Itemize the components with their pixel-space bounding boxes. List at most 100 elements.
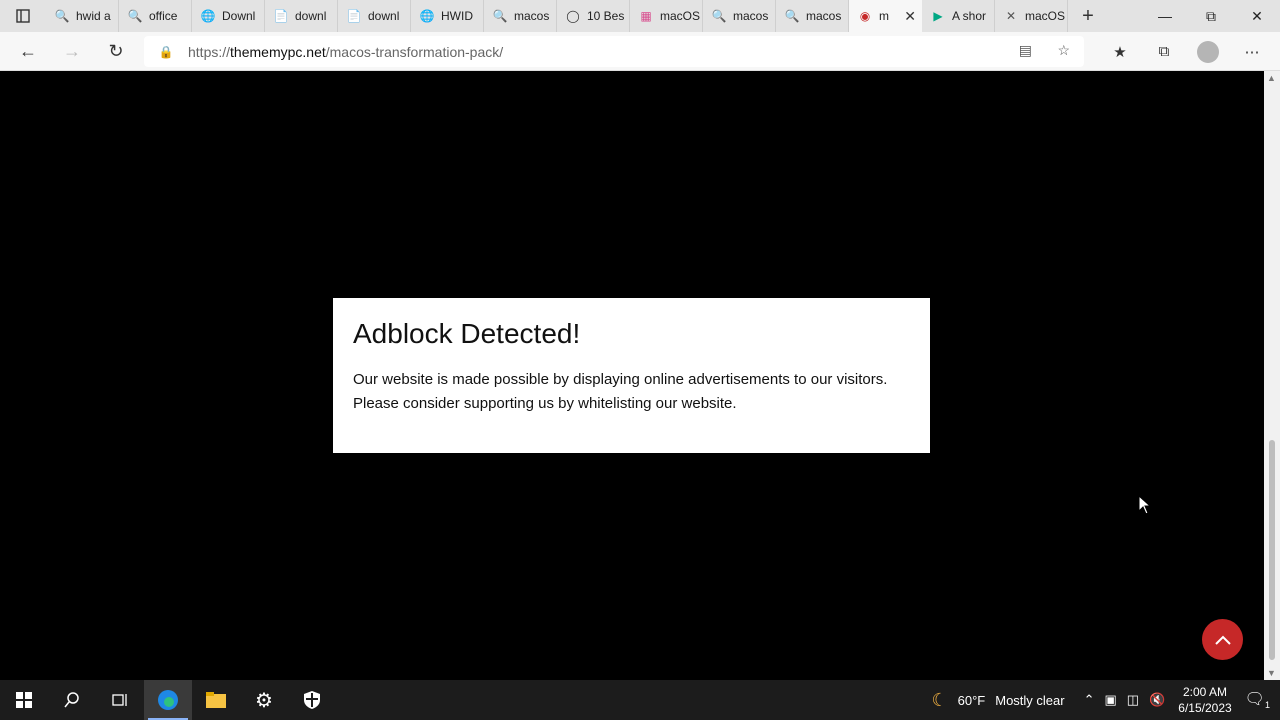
browser-tab[interactable]: ▦ macOS [630, 0, 703, 32]
chevron-up-icon[interactable]: ⌃ [1070, 692, 1100, 708]
browser-tab[interactable]: 🔍 hwid a [46, 0, 119, 32]
adblock-modal: Adblock Detected! Our website is made po… [333, 298, 930, 453]
document-icon: 📄 [346, 9, 362, 23]
file-explorer-button[interactable] [192, 680, 240, 720]
tab-label: downl [295, 9, 327, 23]
x-icon: ✕ [1005, 9, 1017, 23]
browser-toolbar: ← → ↻ 🔒 https://thememypc.net/macos-tran… [0, 32, 1280, 71]
system-tray: ☾ 60°F Mostly clear ⌃ ▣ ◫ 🔇 2:00 AM 6/15… [926, 680, 1280, 720]
browser-tab[interactable]: 🔍 macos [484, 0, 557, 32]
tab-label: macOS [1025, 9, 1066, 23]
back-to-top-button[interactable] [1202, 619, 1243, 660]
notification-icon[interactable]: 🗨1 [1240, 689, 1280, 710]
globe-icon: 🌐 [419, 9, 435, 23]
browser-tab[interactable]: ◯ 10 Bes [557, 0, 630, 32]
close-window-button[interactable]: ✕ [1234, 0, 1280, 32]
task-view-icon [112, 694, 127, 706]
clock-time: 2:00 AM [1182, 685, 1227, 699]
new-tab-button[interactable]: + [1068, 0, 1108, 32]
close-tab-icon[interactable]: ✕ [904, 8, 916, 25]
browser-tab[interactable]: 🌐 Downl [192, 0, 265, 32]
add-favorite-icon[interactable]: ☆ [1057, 42, 1070, 59]
page-scrollbar[interactable]: ▲ ▼ [1264, 71, 1280, 680]
clock[interactable]: 2:00 AM 6/15/2023 [1170, 684, 1239, 716]
browser-tab[interactable]: 📄 downl [338, 0, 411, 32]
play-icon: ▶ [933, 9, 943, 23]
modal-line-1: Our website is made possible by displayi… [353, 371, 888, 388]
tab-label: A shor [952, 9, 987, 23]
taskbar: ⚙ ☾ 60°F Mostly clear ⌃ ▣ ◫ 🔇 2:00 AM 6/… [0, 680, 1280, 720]
modal-line-2: Please consider supporting us by whiteli… [353, 395, 737, 412]
immersive-reader-icon[interactable]: ▤ [1019, 42, 1032, 59]
shield-icon [304, 691, 320, 709]
mouse-cursor-icon [1138, 495, 1152, 515]
minimize-button[interactable]: — [1142, 0, 1188, 32]
browser-tab[interactable]: ✕ macOS [995, 0, 1068, 32]
forward-button[interactable]: → [50, 35, 94, 67]
tab-label: m [879, 9, 889, 23]
edge-icon [158, 690, 178, 710]
tab-label: HWID [441, 9, 473, 23]
modal-title: Adblock Detected! [353, 318, 581, 349]
tab-label: office [149, 9, 178, 23]
search-icon: 🔍 [492, 9, 508, 23]
browser-tab[interactable]: 🔍 macos [776, 0, 849, 32]
weather-desc[interactable]: Mostly clear [990, 693, 1069, 708]
edge-taskbar-button[interactable] [144, 680, 192, 720]
search-icon: 🔍 [54, 9, 70, 23]
security-button[interactable] [288, 680, 336, 720]
device-icon[interactable]: ▣ [1100, 692, 1122, 708]
browser-tab[interactable]: ◉ m ✕ [849, 0, 922, 32]
globe-icon: 🌐 [200, 9, 216, 23]
settings-menu-icon[interactable]: ⋯ [1230, 36, 1274, 67]
address-bar[interactable]: 🔒 https://thememypc.net/macos-transforma… [144, 36, 1084, 67]
clock-date: 6/15/2023 [1178, 701, 1232, 715]
document-icon: 📄 [273, 9, 289, 23]
windows-logo-icon [16, 692, 32, 708]
url-text: https://thememypc.net/macos-transformati… [188, 43, 504, 60]
collections-icon[interactable]: ⧉ [1142, 36, 1186, 67]
gear-icon: ⚙ [255, 689, 273, 712]
back-button[interactable]: ← [6, 35, 50, 67]
tab-actions-icon [16, 9, 30, 23]
profile-button[interactable] [1186, 36, 1230, 67]
browser-tab[interactable]: 🔍 macos [703, 0, 776, 32]
scroll-up-icon[interactable]: ▲ [1267, 73, 1276, 83]
browser-tab[interactable]: 📄 downl [265, 0, 338, 32]
browser-tab[interactable]: 🔍 office [119, 0, 192, 32]
tab-label: Downl [222, 9, 256, 23]
network-icon[interactable]: ◫ [1122, 692, 1144, 708]
browser-tab[interactable]: 🌐 HWID [411, 0, 484, 32]
tab-label: macos [514, 9, 550, 23]
tab-strip: 🔍 hwid a 🔍 office 🌐 Downl 📄 downl 📄 downl 🌐 HWID 🔍 ma… [0, 0, 1280, 32]
search-icon: 🔍 [127, 9, 143, 23]
weather-moon-icon[interactable]: ☾ [926, 690, 952, 711]
app-icon: ▦ [640, 9, 652, 23]
restore-button[interactable]: ⧉ [1188, 0, 1234, 32]
scrollbar-thumb[interactable] [1269, 440, 1275, 660]
tab-label: hwid a [76, 9, 111, 23]
search-button[interactable] [48, 680, 96, 720]
weather-temp[interactable]: 60°F [953, 693, 991, 708]
refresh-button[interactable]: ↻ [94, 35, 138, 67]
tab-label: macOS [660, 9, 701, 23]
tab-actions-button[interactable] [0, 0, 46, 32]
search-icon: 🔍 [784, 9, 800, 23]
toolbar-right: ★ ⧉ ⋯ [1098, 36, 1274, 67]
scroll-down-icon[interactable]: ▼ [1267, 668, 1276, 678]
tab-label: macos [806, 9, 842, 23]
volume-muted-icon[interactable]: 🔇 [1144, 692, 1170, 708]
site-icon: ◉ [859, 9, 871, 23]
start-button[interactable] [0, 680, 48, 720]
settings-button[interactable]: ⚙ [240, 680, 288, 720]
tab-label: 10 Bes [587, 9, 625, 23]
tab-label: macos [733, 9, 769, 23]
tab-label: downl [368, 9, 400, 23]
task-view-button[interactable] [96, 680, 144, 720]
folder-icon [206, 692, 226, 708]
tab-list: 🔍 hwid a 🔍 office 🌐 Downl 📄 downl 📄 downl 🌐 HWID 🔍 ma… [46, 0, 1068, 32]
avatar [1197, 40, 1219, 63]
browser-tab[interactable]: ▶ A shor [922, 0, 995, 32]
favorites-icon[interactable]: ★ [1098, 36, 1142, 67]
search-icon: 🔍 [711, 9, 727, 23]
